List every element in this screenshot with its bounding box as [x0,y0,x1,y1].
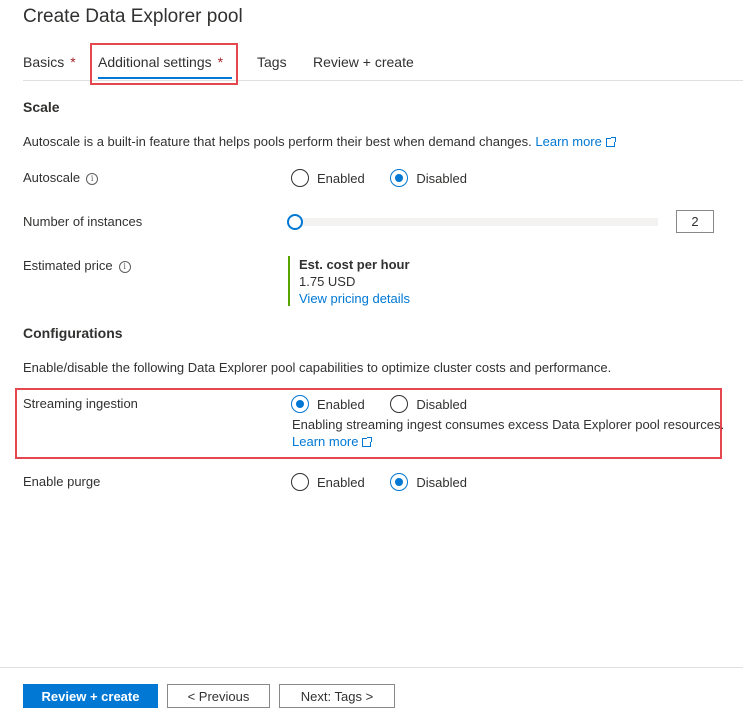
price-heading: Est. cost per hour [299,257,410,272]
info-icon[interactable]: i [118,261,131,273]
instances-label: Number of instances [23,214,143,229]
tab-review-create[interactable]: Review + create [313,54,414,70]
streaming-radio-group: Enabled Disabled [291,395,489,416]
radio-label: Disabled [416,474,467,490]
next-tags-button[interactable]: Next: Tags > [279,684,395,708]
radio-checked-icon [390,473,409,491]
purge-radio-group: Enabled Disabled [291,473,489,494]
radio-checked-icon [291,395,309,413]
page-title: Create Data Explorer pool [23,6,243,27]
review-create-button[interactable]: Review + create [23,684,158,708]
learn-more-label: Learn more [535,134,602,149]
radio-label: Disabled [416,396,467,412]
tab-tags-label: Tags [257,54,287,70]
tab-basics[interactable]: Basics * [23,54,76,70]
radio-unchecked-icon [390,395,409,413]
configurations-description: Enable/disable the following Data Explor… [23,360,612,375]
tab-review-create-label: Review + create [313,54,414,70]
instances-input[interactable]: 2 [676,210,714,233]
autoscale-learn-more-link[interactable]: Learn more [535,134,616,149]
autoscale-enabled-radio[interactable]: Enabled [291,169,365,187]
scale-heading: Scale [23,99,60,115]
info-icon[interactable]: i [86,173,99,185]
autoscale-label-text: Autoscale [23,170,81,185]
purge-disabled-radio[interactable]: Disabled [390,473,467,491]
instances-slider-track[interactable] [290,218,658,226]
configurations-heading: Configurations [23,325,123,341]
streaming-enabled-radio[interactable]: Enabled [291,395,365,413]
view-pricing-link[interactable]: View pricing details [299,290,410,307]
tab-basics-label: Basics [23,54,65,70]
radio-label: Enabled [317,170,365,186]
price-value: 1.75 USD [299,274,356,289]
previous-button[interactable]: < Previous [167,684,270,708]
purge-label: Enable purge [23,474,101,489]
purge-enabled-radio[interactable]: Enabled [291,473,365,491]
streaming-disabled-radio[interactable]: Disabled [390,395,467,413]
external-link-icon [605,137,616,147]
streaming-note: Enabling streaming ingest consumes exces… [292,417,725,432]
radio-unchecked-icon [291,169,309,187]
streaming-label: Streaming ingestion [23,396,138,411]
autoscale-label: Autoscale i [23,170,99,186]
radio-checked-icon [390,169,409,187]
highlight-box-tab [90,43,238,85]
autoscale-radio-group: Enabled Disabled [291,169,489,190]
streaming-learn-more-link[interactable]: Learn more [292,434,373,449]
radio-label: Disabled [416,170,467,186]
autoscale-description-text: Autoscale is a built-in feature that hel… [23,134,532,149]
autoscale-description: Autoscale is a built-in feature that hel… [23,134,616,149]
learn-more-label: Learn more [292,434,359,449]
radio-unchecked-icon [291,473,309,491]
tab-tags[interactable]: Tags [257,54,287,70]
autoscale-disabled-radio[interactable]: Disabled [390,169,467,187]
required-asterisk: * [70,54,76,70]
radio-label: Enabled [317,474,365,490]
external-link-icon [362,437,373,447]
estimated-price-label: Estimated price i [23,258,131,274]
footer-divider [0,667,743,668]
radio-label: Enabled [317,396,365,412]
instances-slider-thumb[interactable] [287,214,303,230]
estimated-price-label-text: Estimated price [23,258,113,273]
price-box: Est. cost per hour 1.75 USD View pricing… [288,256,410,306]
